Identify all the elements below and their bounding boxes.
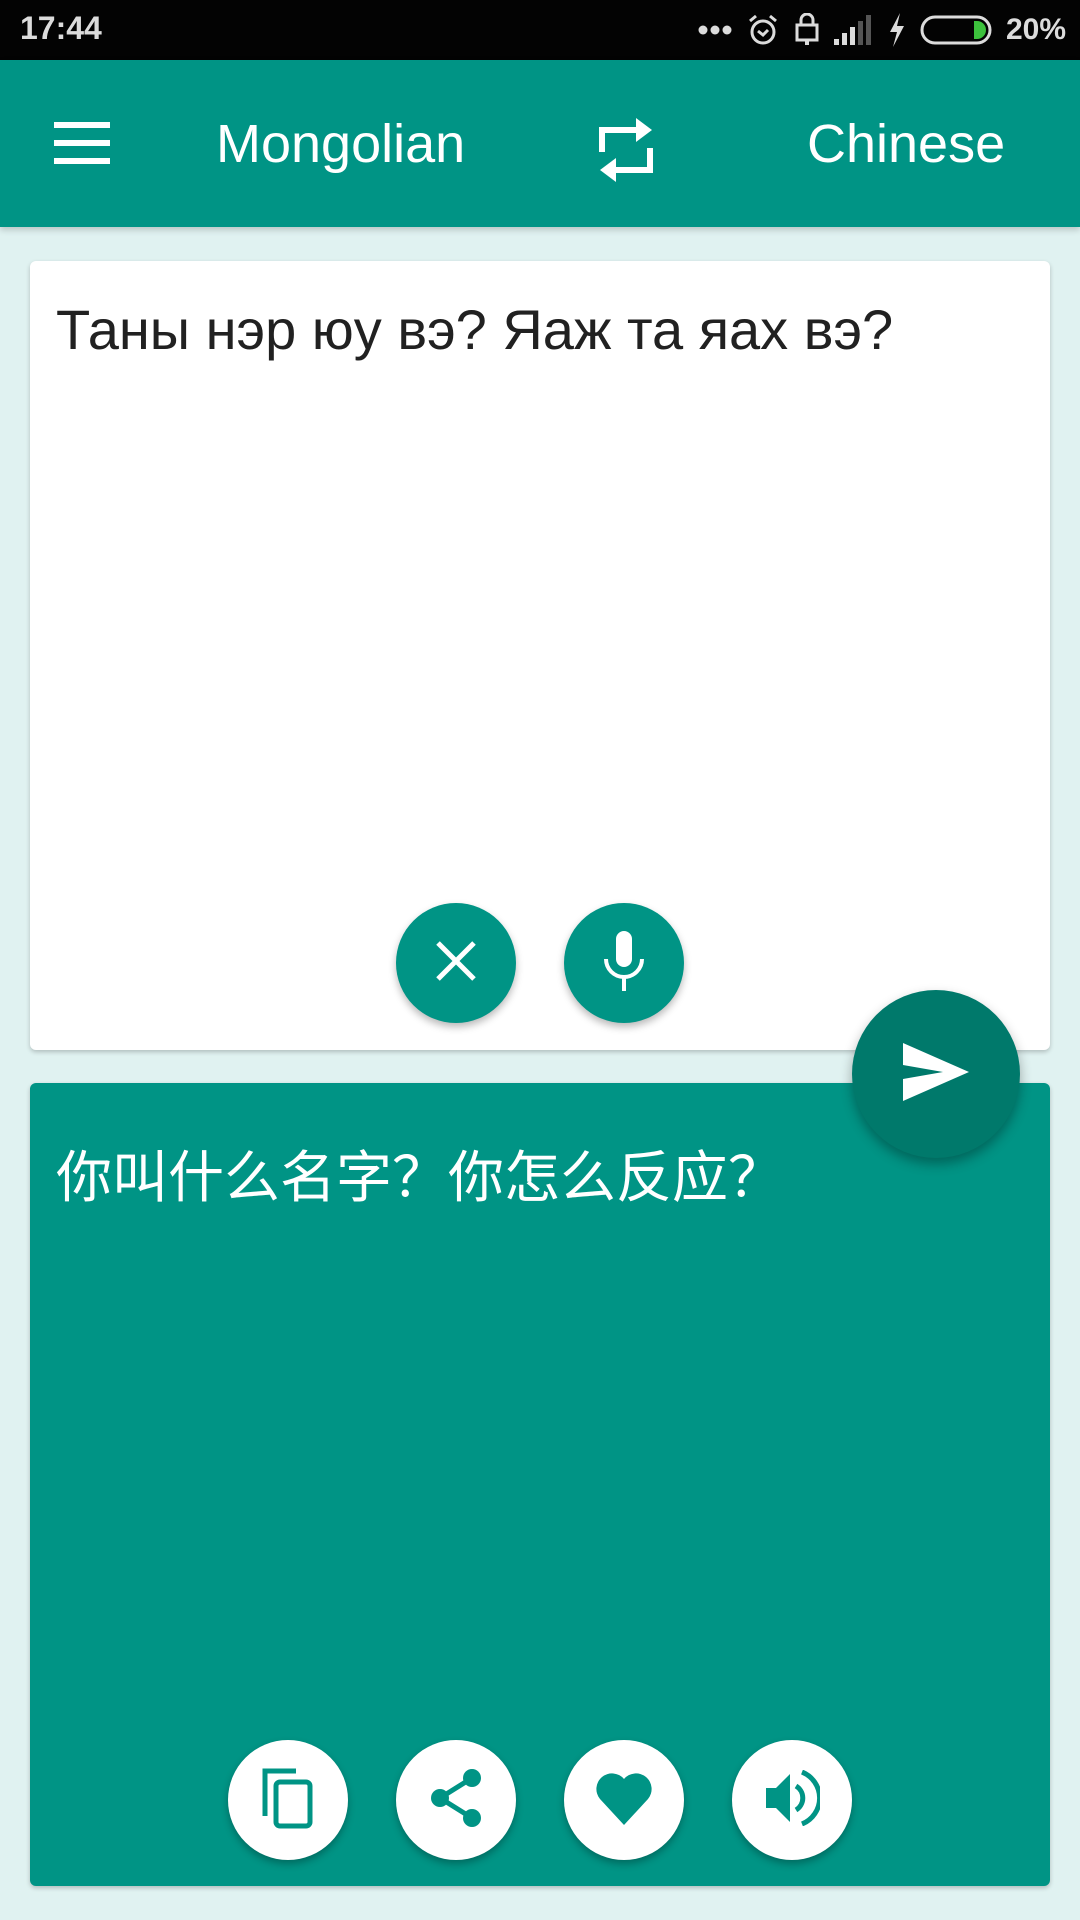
share-button[interactable] (396, 1740, 516, 1860)
more-dots-icon (698, 24, 732, 36)
speak-button[interactable] (732, 1740, 852, 1860)
menu-button[interactable] (42, 110, 122, 180)
battery-percent: 20% (1005, 13, 1066, 46)
voice-input-button[interactable] (564, 903, 684, 1023)
hamburger-menu-icon (54, 121, 110, 169)
status-icons: 20% (698, 0, 1066, 60)
close-icon (434, 939, 478, 988)
copy-icon (260, 1766, 316, 1835)
signal-icon (833, 15, 874, 45)
send-icon (903, 1042, 969, 1106)
clear-button[interactable] (396, 903, 516, 1023)
copy-button[interactable] (228, 1740, 348, 1860)
alarm-icon (746, 13, 780, 47)
target-language-selector[interactable]: Chinese (807, 114, 1005, 174)
speaker-icon (764, 1769, 823, 1831)
battery-icon (920, 15, 992, 45)
status-bar: 17:44 20% (0, 0, 1080, 60)
status-time: 17:44 (20, 10, 102, 46)
microphone-icon (602, 930, 646, 996)
translated-text: 你叫什么名字？你怎么反应？ (56, 1146, 784, 1209)
lock-icon (794, 13, 820, 47)
translate-send-button[interactable] (852, 990, 1020, 1158)
favorite-button[interactable] (564, 1740, 684, 1860)
swap-languages-button[interactable] (583, 110, 668, 195)
share-icon (428, 1768, 484, 1833)
charging-icon (888, 13, 906, 47)
source-text-card: Таны нэр юу вэ? Яаж та яах вэ? (30, 261, 1050, 1050)
source-text-input[interactable]: Таны нэр юу вэ? Яаж та яах вэ? (56, 297, 1016, 897)
app-bar: Mongolian Chinese (0, 60, 1080, 227)
translation-result-card: 你叫什么名字？你怎么反应？ (30, 1083, 1050, 1886)
source-language-selector[interactable]: Mongolian (216, 114, 465, 174)
heart-icon (595, 1771, 653, 1830)
swap-languages-icon (598, 118, 654, 187)
